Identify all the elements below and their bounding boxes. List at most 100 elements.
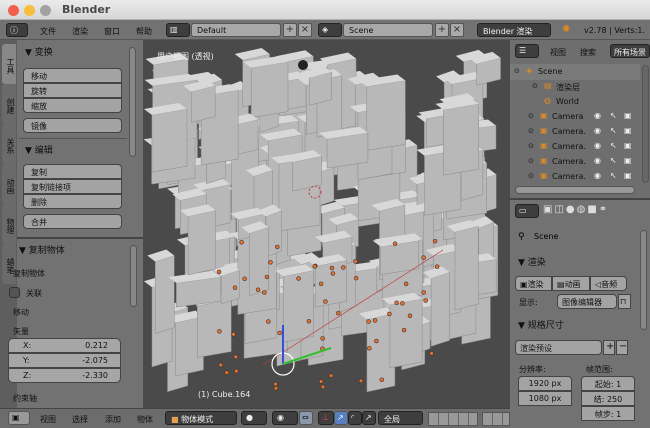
bottom-menu-add[interactable]: 添加 — [105, 414, 121, 425]
y-field[interactable]: Y: -2.075 — [8, 353, 121, 368]
mode-select[interactable]: ■ 物体模式 — [165, 411, 237, 425]
outliner-item[interactable]: ⊙ ▣ Camera ◉ ↖ ▣ — [510, 109, 640, 125]
bottom-menu-view[interactable]: 视图 — [40, 414, 56, 425]
move-button[interactable]: 移动 — [23, 68, 122, 83]
render-engine-select[interactable]: Blender 渲染 — [477, 23, 551, 37]
rotate-manipulator-icon[interactable]: ◜ — [348, 411, 362, 425]
frame-start-field[interactable]: 起始: 1 — [581, 376, 635, 391]
editor-type-icon[interactable]: ▣ — [8, 411, 30, 425]
lock-icon[interactable]: ⊓ — [618, 294, 631, 309]
tool-shelf-scrollbar[interactable] — [129, 47, 136, 157]
frame-step-field[interactable]: 帧步: 1 — [581, 406, 635, 421]
animation-button[interactable]: ▤动画 — [552, 276, 590, 291]
display-select[interactable]: 图像编辑器 — [557, 294, 617, 309]
layer-buttons-2[interactable] — [482, 412, 510, 426]
operator-panel-header[interactable]: ▼ 复制物体 — [19, 243, 65, 256]
outliner-item[interactable]: ⊙ ▤ 渲染层 — [510, 79, 640, 95]
eye-icon[interactable]: ◉ — [594, 126, 601, 135]
scale-manipulator-icon[interactable]: ↗ — [362, 411, 376, 425]
scale-button[interactable]: 缩放 — [23, 98, 122, 113]
render-button[interactable]: ▣渲染 — [515, 276, 552, 291]
bottom-menu-object[interactable]: 物体 — [137, 414, 153, 425]
info-icon[interactable]: ⓘ — [6, 23, 28, 37]
edit-panel-header[interactable]: ▼ 编辑 — [25, 143, 53, 156]
expand-icon[interactable]: ⊙ — [528, 142, 534, 150]
duplicate-linked-button[interactable]: 复制链接项 — [23, 179, 122, 194]
minimize-button[interactable] — [24, 5, 35, 16]
tab-3[interactable]: 动画 — [2, 164, 16, 204]
render-icon[interactable]: ▣ — [624, 126, 632, 135]
cursor-icon[interactable]: ↖ — [610, 171, 617, 180]
menu-window[interactable]: 窗口 — [104, 26, 120, 37]
scene-icon[interactable]: ◈ — [318, 23, 342, 37]
menu-file[interactable]: 文件 — [40, 26, 56, 37]
context-tabs[interactable]: ▣◫●◍■⚭ — [543, 204, 648, 219]
cursor-icon[interactable]: ↖ — [610, 126, 617, 135]
outliner-item[interactable]: ⊙ ▣ Camera.0 ◉ ↖ ▣ — [510, 139, 640, 155]
outliner-item[interactable]: ⊙ ▣ Camera.0 ◉ ↖ ▣ — [510, 169, 640, 185]
audio-button[interactable]: ◁音频 — [590, 276, 627, 291]
add-preset-button[interactable]: + — [603, 340, 615, 355]
outliner-vscrollbar[interactable] — [642, 65, 649, 183]
outliner-item[interactable]: ◍ World — [510, 94, 640, 110]
render-icon[interactable]: ▣ — [624, 156, 632, 165]
orientation-select[interactable]: 全局 — [378, 411, 423, 425]
z-field[interactable]: Z: -2.330 — [8, 368, 121, 383]
eye-icon[interactable]: ◉ — [594, 111, 601, 120]
cursor-icon[interactable]: ↖ — [610, 111, 617, 120]
join-button[interactable]: 合并 — [23, 214, 122, 229]
menu-help[interactable]: 帮助 — [136, 26, 152, 37]
add-scene-button[interactable]: + — [435, 23, 449, 37]
eye-icon[interactable]: ◉ — [594, 156, 601, 165]
outliner-editor-icon[interactable]: ☰ — [515, 44, 539, 58]
properties-editor-icon[interactable]: ▭ — [515, 204, 539, 218]
transform-panel-header[interactable]: ▼ 变换 — [25, 45, 53, 58]
render-icon[interactable]: ▣ — [624, 171, 632, 180]
eye-icon[interactable]: ◉ — [594, 141, 601, 150]
resolution-x-field[interactable]: 1920 px — [518, 376, 572, 391]
cursor-icon[interactable]: ↖ — [610, 141, 617, 150]
bottom-menu-select[interactable]: 选择 — [72, 414, 88, 425]
add-layout-button[interactable]: + — [283, 23, 297, 37]
screen-layout-icon[interactable]: ▥ — [166, 23, 190, 37]
expand-icon[interactable]: ⊙ — [532, 82, 538, 90]
transform-manipulator-icon[interactable]: ⊥ — [318, 411, 334, 425]
duplicate-button[interactable]: 复制 — [23, 164, 122, 179]
scene-field[interactable]: Scene — [343, 23, 433, 37]
translate-manipulator-icon[interactable]: ↗ — [334, 411, 348, 425]
3d-viewport[interactable]: 用户视图 (透视) (1) Cube.164 — [143, 40, 510, 408]
remove-scene-button[interactable]: × — [450, 23, 464, 37]
maximize-button[interactable] — [40, 5, 51, 16]
resolution-y-field[interactable]: 1080 px — [518, 391, 572, 406]
layout-field[interactable]: Default — [191, 23, 281, 37]
tab-0[interactable]: 工具 — [2, 44, 16, 84]
tab-1[interactable]: 创建 — [2, 84, 16, 124]
manipulator-toggle[interactable]: ⇔ — [299, 411, 313, 425]
menu-render[interactable]: 渲染 — [72, 26, 88, 37]
layer-buttons[interactable] — [428, 412, 478, 426]
render-icon[interactable]: ▣ — [624, 141, 632, 150]
remove-layout-button[interactable]: × — [298, 23, 312, 37]
render-presets-select[interactable]: 渲染预设 — [515, 340, 602, 355]
shading-select[interactable]: ● — [241, 411, 267, 425]
eye-icon[interactable]: ◉ — [594, 171, 601, 180]
linked-checkbox[interactable] — [9, 287, 20, 298]
remove-preset-button[interactable]: − — [616, 340, 628, 355]
outliner-menu-search[interactable]: 搜索 — [580, 47, 596, 58]
pivot-select[interactable]: ◉ — [272, 411, 298, 425]
x-field[interactable]: X: 0.212 — [8, 338, 121, 353]
frame-end-field[interactable]: 结: 250 — [581, 391, 635, 406]
outliner-item[interactable]: ⊙ ▣ Camera.0 ◉ ↖ ▣ — [510, 124, 640, 140]
outliner-hscrollbar[interactable] — [515, 186, 635, 194]
tab-4[interactable]: 物理 — [2, 204, 16, 244]
outliner-item[interactable]: ⊙ ▣ Camera.0 ◉ ↖ ▣ — [510, 154, 640, 170]
close-button[interactable] — [8, 5, 19, 16]
tab-2[interactable]: 关系 — [2, 124, 16, 164]
expand-icon[interactable]: ⊙ — [528, 112, 534, 120]
operator-scrollbar[interactable] — [130, 245, 137, 307]
cursor-icon[interactable]: ↖ — [610, 156, 617, 165]
outliner-item[interactable]: ⊙ ◈ Scene — [510, 64, 640, 80]
dimensions-panel-header[interactable]: ▼ 规格尺寸 — [518, 318, 564, 331]
expand-icon[interactable]: ⊙ — [528, 127, 534, 135]
rotate-button[interactable]: 旋转 — [23, 83, 122, 98]
